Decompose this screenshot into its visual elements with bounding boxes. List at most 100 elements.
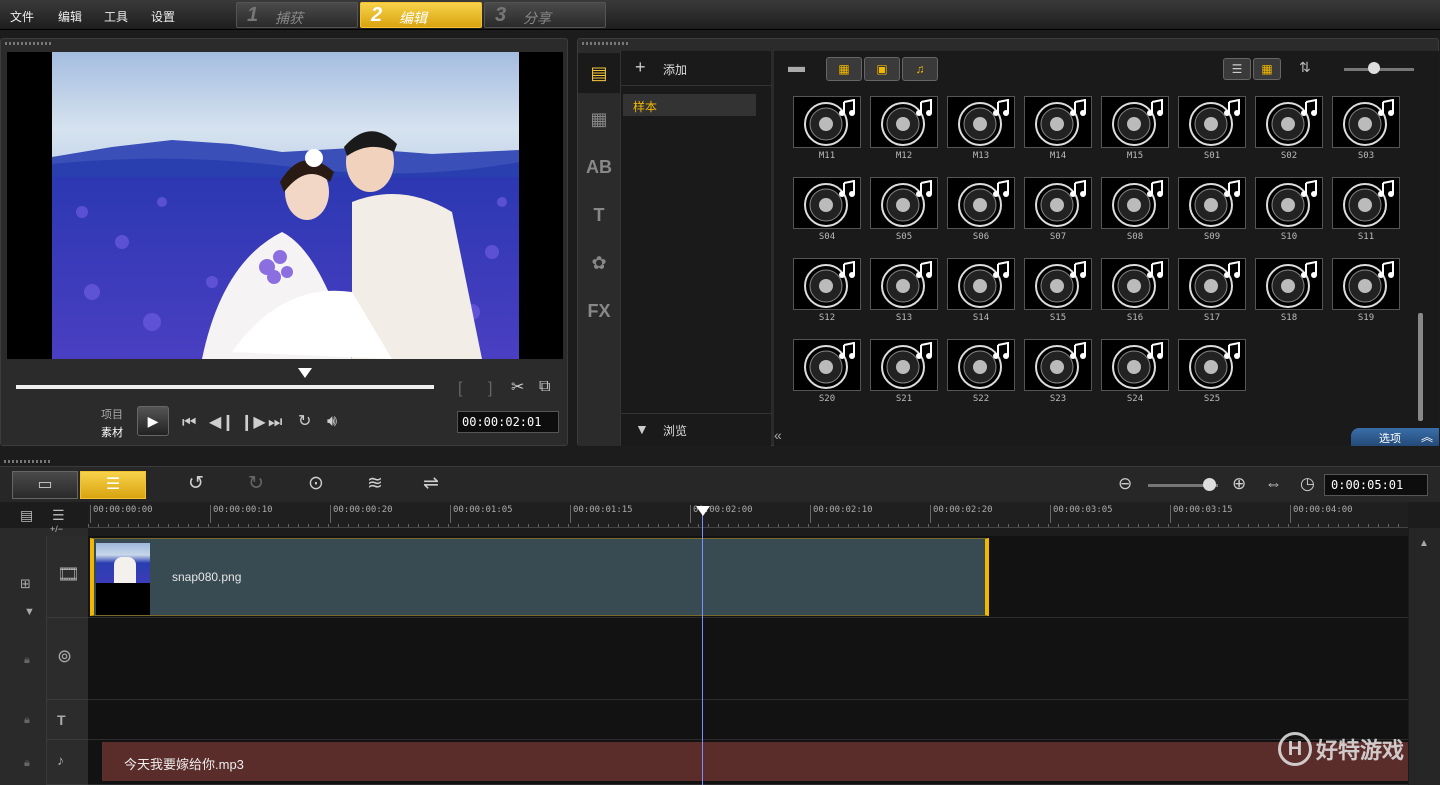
audio-thumbnail[interactable]: [947, 339, 1015, 391]
media-tab-icon[interactable]: ▤: [578, 53, 620, 93]
audio-thumbnail[interactable]: [1101, 96, 1169, 148]
scrub-bar[interactable]: [16, 385, 434, 389]
go-to-start-icon[interactable]: ⏮: [182, 415, 196, 431]
lock-icon[interactable]: 🔒︎: [24, 712, 30, 728]
panel-grip[interactable]: [582, 42, 628, 45]
go-to-end-icon[interactable]: ⏭: [268, 415, 282, 431]
audio-thumbnail[interactable]: [1024, 339, 1092, 391]
zoom-out-icon[interactable]: ⊖: [1118, 475, 1132, 492]
audio-thumbnail[interactable]: [1024, 177, 1092, 229]
track-manager-icon[interactable]: ▤: [20, 507, 33, 523]
add-folder-icon[interactable]: +: [635, 57, 646, 78]
audio-thumbnail[interactable]: [947, 96, 1015, 148]
thumbnail-size-handle[interactable]: [1368, 62, 1380, 74]
menu-tools[interactable]: 工具: [104, 8, 128, 25]
timecode-display[interactable]: 00:00:02:01: [457, 411, 559, 433]
zoom-handle[interactable]: [1203, 478, 1216, 491]
fit-project-icon[interactable]: ⇔: [1265, 475, 1282, 492]
filter-tab-icon[interactable]: FX: [578, 291, 620, 331]
redo-icon[interactable]: ↻: [248, 474, 264, 493]
volume-icon[interactable]: 🔊︎: [327, 414, 337, 430]
show-video-toggle[interactable]: ▦: [826, 57, 862, 81]
scroll-up-icon[interactable]: ▲: [1419, 536, 1429, 552]
audio-thumbnail[interactable]: [1332, 258, 1400, 310]
sound-mixer-icon[interactable]: ≋: [367, 474, 383, 493]
panel-grip[interactable]: [5, 42, 51, 45]
title-track[interactable]: [88, 700, 1408, 740]
audio-thumbnail[interactable]: [947, 258, 1015, 310]
tab-edit[interactable]: 2 编辑: [360, 2, 482, 28]
audio-thumbnail[interactable]: [1332, 96, 1400, 148]
audio-thumbnail[interactable]: [1024, 96, 1092, 148]
timeline-vertical-scrollbar[interactable]: ▲: [1409, 528, 1440, 785]
transition-tab-icon[interactable]: AB: [578, 147, 620, 187]
track-lock-icon[interactable]: ⊞: [20, 576, 31, 592]
audio-thumbnail[interactable]: [793, 258, 861, 310]
menu-settings[interactable]: 设置: [151, 8, 175, 25]
enlarge-preview-icon[interactable]: ⧉: [539, 379, 550, 395]
next-frame-icon[interactable]: ❙▶: [240, 415, 266, 431]
undo-icon[interactable]: ↺: [188, 474, 204, 493]
audio-thumbnail[interactable]: [1101, 339, 1169, 391]
auto-music-icon[interactable]: ⇌: [423, 474, 439, 493]
collapse-library-icon[interactable]: «: [774, 427, 782, 443]
audio-thumbnail[interactable]: [1255, 177, 1323, 229]
lock-icon[interactable]: 🔒︎: [24, 755, 30, 771]
mode-project-label[interactable]: 项目: [101, 406, 123, 422]
previous-frame-icon[interactable]: ◀❙: [209, 415, 235, 431]
play-button[interactable]: ▶: [137, 406, 169, 436]
sort-icon[interactable]: ⇅: [1299, 59, 1311, 76]
audio-thumbnail[interactable]: [793, 96, 861, 148]
audio-thumbnail[interactable]: [870, 258, 938, 310]
audio-thumbnail[interactable]: [870, 96, 938, 148]
audio-thumbnail[interactable]: [1024, 258, 1092, 310]
time-ruler[interactable]: 00:00:00:00 00:00:00:10 00:00:00:20 00:00:0…: [88, 502, 1408, 528]
timeline-playhead[interactable]: [702, 508, 703, 785]
audio-thumbnail[interactable]: [870, 177, 938, 229]
mode-clip-label[interactable]: 素材: [101, 424, 123, 440]
audio-thumbnail[interactable]: [1255, 258, 1323, 310]
audio-thumbnail[interactable]: [1255, 96, 1323, 148]
browse-button[interactable]: 浏览: [663, 422, 687, 439]
audio-thumbnail[interactable]: [1101, 177, 1169, 229]
audio-thumbnail[interactable]: [1178, 96, 1246, 148]
timeline-grip[interactable]: [4, 460, 50, 463]
audio-thumbnail[interactable]: [870, 339, 938, 391]
audio-thumbnail[interactable]: [1178, 339, 1246, 391]
tab-share[interactable]: 3 分享: [484, 2, 606, 28]
graphic-tab-icon[interactable]: ✿: [578, 243, 620, 283]
overlay-track[interactable]: [88, 618, 1408, 700]
audio-clip[interactable]: 今天我要嫁给你.mp3: [102, 742, 1408, 781]
show-photo-toggle[interactable]: ▣: [864, 57, 900, 81]
audio-thumbnail[interactable]: [1101, 258, 1169, 310]
folder-item[interactable]: 样本: [623, 94, 756, 116]
instant-project-tab-icon[interactable]: ▦: [578, 99, 620, 139]
browse-icon[interactable]: ▼: [635, 421, 649, 437]
thumbnail-view-button[interactable]: ▦: [1253, 58, 1281, 80]
audio-thumbnail[interactable]: [793, 177, 861, 229]
options-button[interactable]: 选项 ︽: [1351, 428, 1439, 446]
playhead-handle[interactable]: [696, 506, 710, 516]
folder-open-icon[interactable]: ▬: [788, 57, 805, 77]
audio-thumbnail[interactable]: [1332, 177, 1400, 229]
audio-thumbnail[interactable]: [1178, 177, 1246, 229]
mark-in-icon[interactable]: [: [458, 381, 462, 397]
scrub-handle[interactable]: [298, 368, 312, 378]
lock-icon[interactable]: 🔒︎: [24, 652, 30, 668]
library-scrollbar[interactable]: [1418, 313, 1423, 421]
record-capture-icon[interactable]: ⊙: [308, 474, 324, 493]
show-audio-toggle[interactable]: ♫: [902, 57, 938, 81]
zoom-in-icon[interactable]: ⊕: [1232, 475, 1246, 492]
audio-thumbnail[interactable]: [947, 177, 1015, 229]
menu-file[interactable]: 文件: [10, 8, 34, 25]
add-remove-track[interactable]: +/−: [50, 524, 63, 534]
chapter-menu-icon[interactable]: ☰: [52, 507, 65, 523]
mark-out-icon[interactable]: ]: [488, 381, 492, 397]
timeline-view-button[interactable]: ☰: [80, 471, 146, 499]
repeat-icon[interactable]: ↻: [298, 414, 311, 430]
menu-edit[interactable]: 编辑: [58, 8, 82, 25]
video-clip[interactable]: snap080.png: [90, 538, 989, 616]
storyboard-view-button[interactable]: ▭: [12, 471, 78, 499]
audio-thumbnail[interactable]: [793, 339, 861, 391]
audio-thumbnail[interactable]: [1178, 258, 1246, 310]
